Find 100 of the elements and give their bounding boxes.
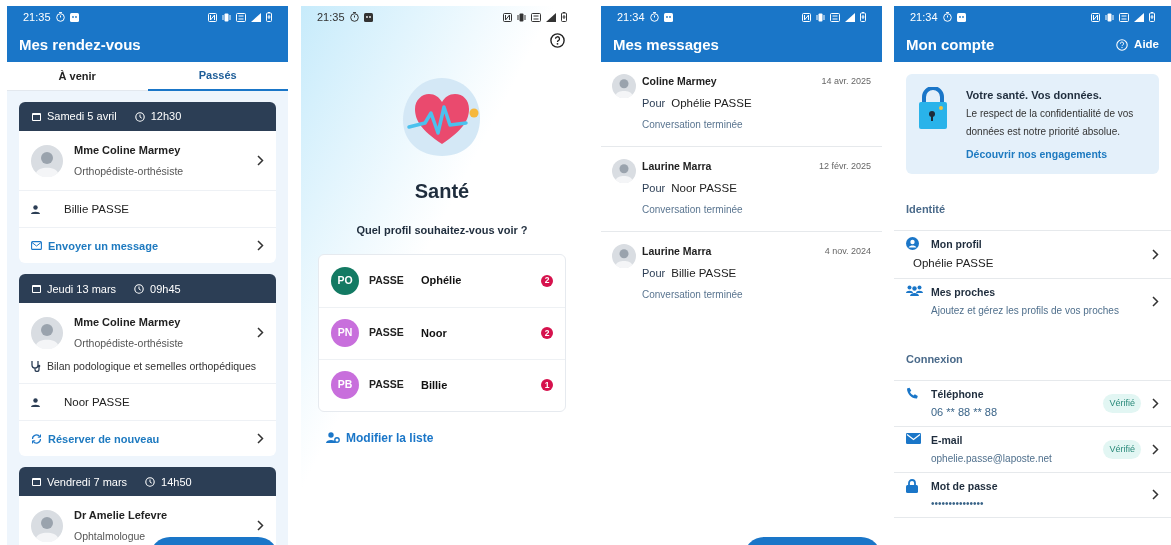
action-link[interactable]: Envoyer un message xyxy=(48,237,159,254)
profile-first-name: Billie xyxy=(421,377,449,393)
battery-icon xyxy=(266,12,272,22)
timer-icon xyxy=(942,12,952,22)
vibrate-icon xyxy=(1105,12,1114,22)
app-icon xyxy=(956,12,966,22)
setting-value: 06 ** 88 ** 88 xyxy=(931,404,999,420)
message-date: 4 nov. 2024 xyxy=(824,245,871,259)
screen-title: Mon compte xyxy=(906,34,995,55)
calendar-icon xyxy=(32,112,41,121)
screen-title: Santé xyxy=(414,179,470,204)
vibrate-icon xyxy=(517,12,526,22)
profile-last-name: PASSE xyxy=(369,325,405,341)
clock-icon xyxy=(134,111,145,122)
chevron-icon xyxy=(257,240,264,252)
setting-value: ophelie.passe@laposte.net xyxy=(931,452,1053,466)
chevron-icon xyxy=(257,433,264,445)
battery-icon xyxy=(561,12,567,22)
patient-name: Billie PASSE xyxy=(64,201,129,217)
avatar xyxy=(31,316,63,349)
vibrate-icon xyxy=(816,12,825,22)
doctor-specialty: Orthopédiste-orthésiste xyxy=(74,163,184,179)
chevron-icon xyxy=(1152,444,1159,456)
appointment-date: Samedi 5 avril xyxy=(47,109,117,125)
phone-icon xyxy=(906,387,919,400)
help-icon[interactable] xyxy=(550,33,565,48)
recipient-name: Ophélie PASSE xyxy=(671,95,752,111)
sender-name: Laurine Marra xyxy=(642,244,712,259)
nfc-icon xyxy=(208,12,217,22)
profile-last-name: PASSE xyxy=(369,272,405,288)
app-icon xyxy=(363,12,373,22)
privacy-text: Le respect de la confidentialité de vos données est notre priorité absolue. xyxy=(966,106,1135,139)
notification-count: 1 xyxy=(541,379,553,391)
setting-value: Ajoutez et gérez les profils de vos proches xyxy=(931,304,1120,318)
profile-first-name: Ophélie xyxy=(421,273,463,289)
commitments-link[interactable]: Découvrir nos engagements xyxy=(966,146,1147,163)
padlock-drawing xyxy=(918,87,948,129)
tab[interactable]: Passés xyxy=(147,62,288,91)
app-icon xyxy=(663,12,673,22)
chevron-icon xyxy=(257,520,264,532)
user-settings-icon xyxy=(326,432,340,443)
action-link[interactable]: Réserver de nouveau xyxy=(48,430,160,447)
doctor-name: Dr Amelie Lefevre xyxy=(74,508,168,524)
profile-first-name: Noor xyxy=(421,325,448,341)
doctor-specialty: Orthopédiste-orthésiste xyxy=(74,335,184,351)
nfc-icon xyxy=(503,12,512,22)
doctor-name: Mme Coline Marmey xyxy=(74,315,181,331)
message-date: 12 févr. 2025 xyxy=(818,160,871,174)
screen-title: Mes rendez-vous xyxy=(19,34,141,55)
section-title: Identité xyxy=(906,203,946,216)
mail-icon xyxy=(906,433,921,445)
person-icon xyxy=(31,204,40,214)
battery-icon xyxy=(1149,12,1155,22)
signal-icon xyxy=(546,12,556,22)
clock-icon xyxy=(134,283,145,294)
status-time: 21:34 xyxy=(910,9,938,25)
chevron-icon xyxy=(1152,249,1159,261)
question-text: Quel profil souhaitez-vous voir ? xyxy=(356,223,528,238)
vibrate-icon xyxy=(222,12,231,22)
appointment-time: 14h50 xyxy=(161,474,192,490)
profile-initials: PO xyxy=(331,266,359,295)
mail-icon xyxy=(31,241,42,251)
signal-icon xyxy=(845,12,855,22)
calendar-icon xyxy=(32,477,41,487)
help-button[interactable]: Aide xyxy=(1116,36,1159,54)
appointment-reason: Bilan podologique et semelles orthopédiques xyxy=(47,358,256,374)
recipient-label: Pour xyxy=(642,181,666,197)
timer-icon xyxy=(55,12,65,22)
message-date: 14 avr. 2025 xyxy=(821,75,871,89)
profile-initials: PB xyxy=(331,371,359,399)
tab[interactable]: À venir xyxy=(7,62,148,91)
profile-initials: PN xyxy=(331,319,359,347)
chevron-icon xyxy=(1152,489,1159,501)
setting-label: E-mail xyxy=(931,433,964,449)
avatar xyxy=(31,144,63,177)
nfc-icon xyxy=(802,12,811,22)
conversation-status: Conversation terminée xyxy=(642,118,744,132)
status-time: 21:35 xyxy=(23,9,51,25)
status-time: 21:34 xyxy=(617,9,645,25)
setting-value: Ophélie PASSE xyxy=(913,256,995,271)
appointment-date: Jeudi 13 mars xyxy=(47,281,117,297)
setting-label: Mot de passe xyxy=(931,479,999,494)
timer-icon xyxy=(649,12,659,22)
setting-label: Téléphone xyxy=(931,387,985,402)
clock-icon xyxy=(145,476,156,487)
app-icon xyxy=(69,12,79,22)
doctor-name: Mme Coline Marmey xyxy=(74,143,181,158)
chevron-icon xyxy=(257,155,264,167)
recipient-name: Noor PASSE xyxy=(671,180,737,196)
conversation-status: Conversation terminée xyxy=(642,288,744,302)
padlock-icon xyxy=(906,479,918,493)
setting-value: ••••••••••••••• xyxy=(931,496,985,511)
avatar xyxy=(31,509,63,542)
avatar xyxy=(612,244,636,268)
help-icon xyxy=(1116,39,1129,51)
edit-list-link[interactable]: Modifier la liste xyxy=(346,428,434,447)
screen-title: Mes messages xyxy=(613,34,719,55)
battery-icon xyxy=(860,12,866,22)
calendar-icon xyxy=(32,284,41,294)
recipient-label: Pour xyxy=(642,96,666,112)
